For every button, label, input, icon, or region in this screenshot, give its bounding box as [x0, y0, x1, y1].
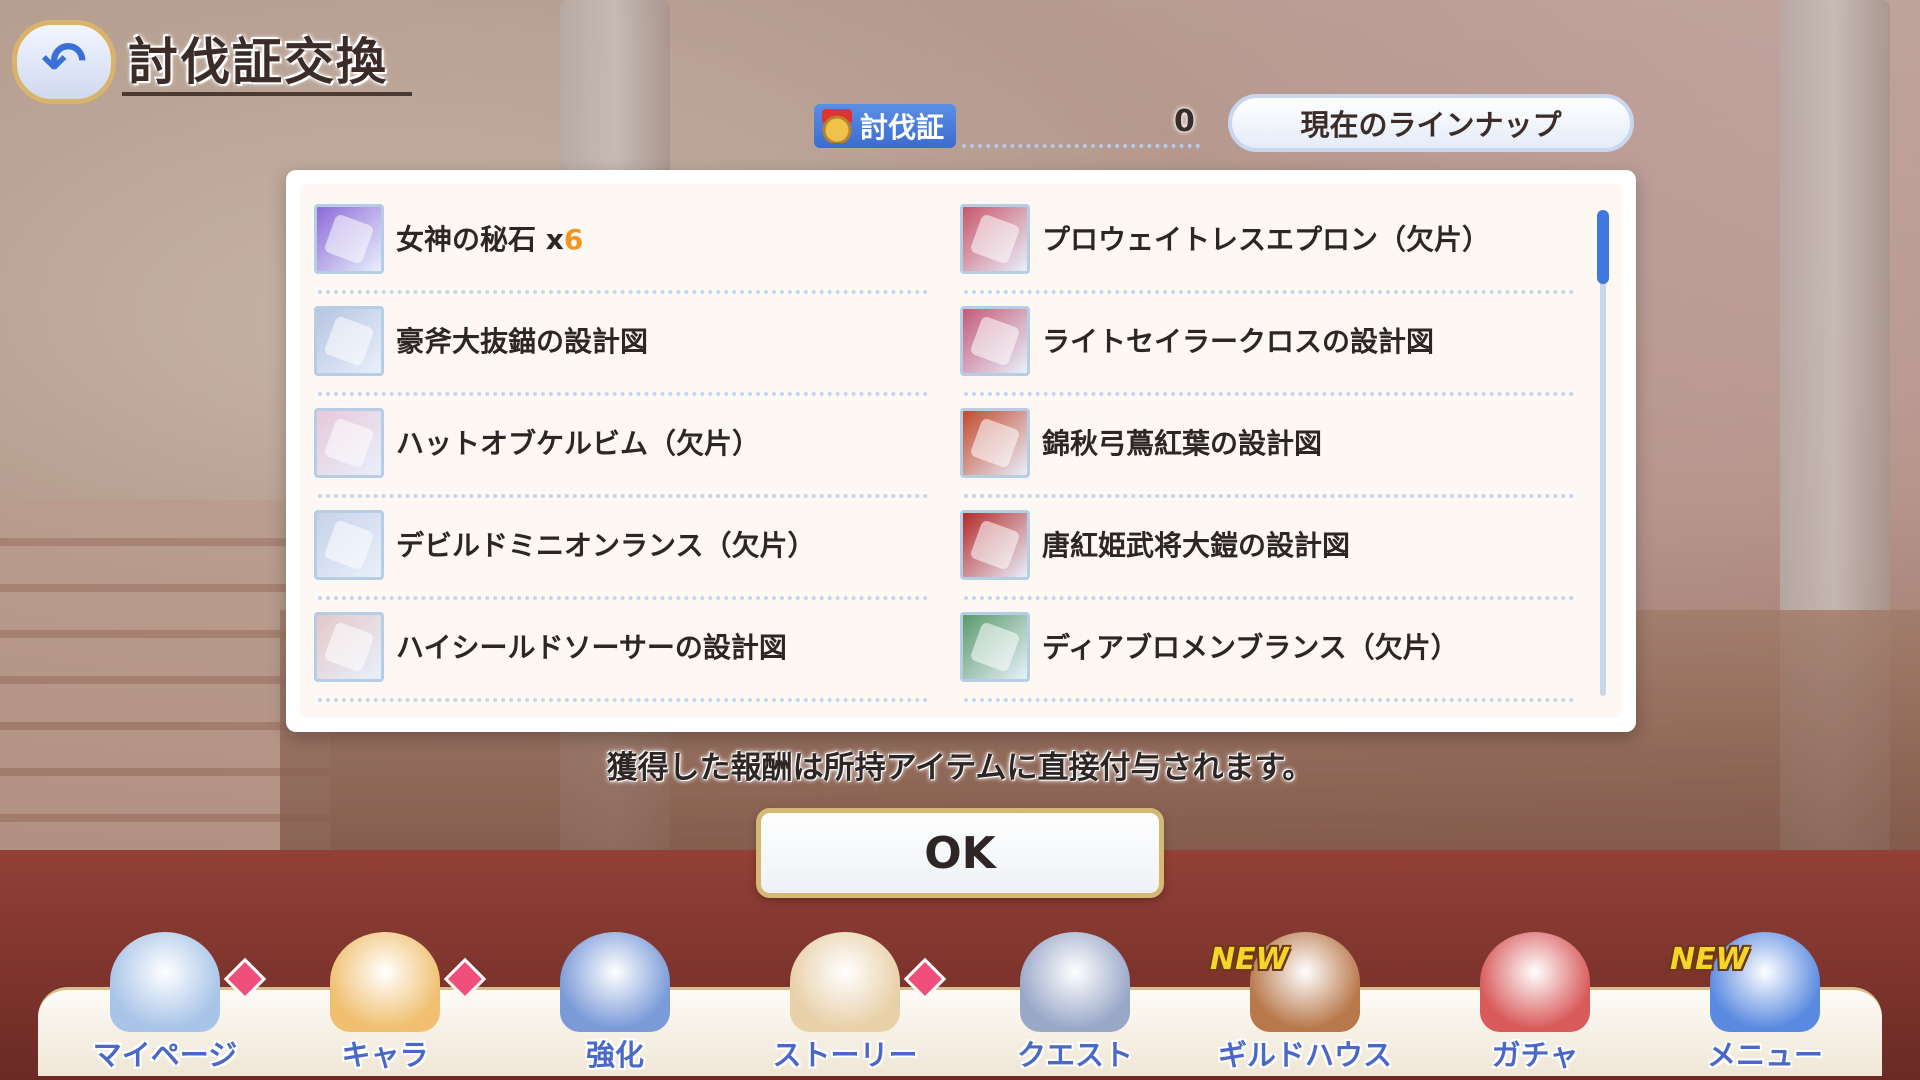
reward-notice: 獲得した報酬は所持アイテムに直接付与されます。	[606, 750, 1314, 786]
reward-item[interactable]: 唐紅姫武将大鎧の設計図	[960, 510, 1574, 612]
nav-item-label: ガチャ	[1491, 1038, 1579, 1072]
lance-fragment-icon	[314, 510, 384, 580]
reward-item-label: 女神の秘石 x6	[396, 223, 584, 256]
reward-item[interactable]: ハットオブケルビム（欠片）	[314, 408, 928, 510]
list-scrollbar[interactable]	[1597, 210, 1609, 696]
nav-item-mypage[interactable]: マイページ	[50, 924, 280, 1074]
reward-item-label: 唐紅姫武将大鎧の設計図	[1042, 529, 1351, 562]
scroll-icon	[790, 932, 900, 1032]
reward-item[interactable]: 豪斧大抜錨の設計図	[314, 306, 928, 408]
medal-icon	[822, 109, 852, 143]
nav-item-menu[interactable]: NEW メニュー	[1650, 924, 1880, 1074]
reward-quantity: 6	[563, 223, 584, 256]
currency-dotted-line	[962, 144, 1200, 148]
reward-item[interactable]: プロウェイトレスエプロン（欠片）	[960, 204, 1574, 306]
reward-item-label: ハットオブケルビム（欠片）	[396, 427, 761, 460]
item-divider	[318, 698, 928, 702]
goddess-stone-icon	[314, 204, 384, 274]
item-divider	[964, 392, 1574, 396]
item-divider	[318, 596, 928, 600]
nav-item-enhance[interactable]: 強化	[500, 924, 730, 1074]
sailor-cloth-blueprint-icon	[960, 306, 1030, 376]
item-divider	[964, 290, 1574, 294]
reward-item-label: ハイシールドソーサーの設計図	[396, 631, 787, 664]
nav-item-quest[interactable]: クエスト	[960, 924, 1190, 1074]
exchange-dialog: 女神の秘石 x6 プロウェイトレスエプロン（欠片） 豪斧大抜錨の設計図 ライトセ…	[286, 170, 1636, 732]
nav-item-label: キャラ	[341, 1038, 429, 1072]
item-divider	[964, 698, 1574, 702]
axe-blueprint-icon	[314, 306, 384, 376]
reward-item-label: 豪斧大抜錨の設計図	[396, 325, 649, 358]
back-arrow-icon: ↶	[41, 30, 87, 93]
character-icon	[330, 932, 440, 1032]
hat-fragment-icon	[314, 408, 384, 478]
reward-item-label: デビルドミニオンランス（欠片）	[396, 529, 816, 562]
nav-item-label: マイページ	[92, 1038, 238, 1072]
reward-item[interactable]: 錦秋弓蔦紅葉の設計図	[960, 408, 1574, 510]
nav-item-guildhouse[interactable]: NEW ギルドハウス	[1190, 924, 1420, 1074]
item-divider	[318, 494, 928, 498]
reward-item-label: プロウェイトレスエプロン（欠片）	[1042, 223, 1491, 256]
nav-item-label: 強化	[585, 1038, 644, 1072]
currency-count: 0	[1174, 104, 1195, 139]
reward-item-label: ライトセイラークロスの設計図	[1042, 325, 1435, 358]
reward-item[interactable]: デビルドミニオンランス（欠片）	[314, 510, 928, 612]
notification-diamond-icon	[443, 957, 487, 1001]
membrance-fragment-icon	[960, 612, 1030, 682]
item-divider	[964, 494, 1574, 498]
nav-item-gacha[interactable]: ガチャ	[1420, 924, 1650, 1074]
nav-item-label: メニュー	[1706, 1038, 1823, 1072]
bow-blueprint-icon	[960, 408, 1030, 478]
item-divider	[318, 290, 928, 294]
armor-blueprint-icon	[960, 510, 1030, 580]
orbs-sword-icon	[560, 932, 670, 1032]
scrollbar-thumb[interactable]	[1597, 210, 1609, 284]
nav-item-label: クエスト	[1016, 1038, 1133, 1072]
item-divider	[318, 392, 928, 396]
nav-item-story[interactable]: ストーリー	[730, 924, 960, 1074]
shield-blueprint-icon	[314, 612, 384, 682]
gacha-machine-icon	[1480, 932, 1590, 1032]
new-badge: NEW	[1210, 942, 1289, 977]
reward-item-label: 錦秋弓蔦紅葉の設計図	[1042, 427, 1323, 460]
back-button[interactable]: ↶	[12, 20, 116, 104]
title-underline	[122, 92, 412, 96]
page-title: 討伐証交換	[128, 33, 388, 91]
currency-name: 討伐証	[860, 111, 945, 144]
notification-diamond-icon	[223, 957, 267, 1001]
currency-chip: 討伐証	[814, 104, 957, 148]
reward-item-label: ディアブロメンブランス（欠片）	[1042, 631, 1459, 664]
new-badge: NEW	[1670, 942, 1749, 977]
reward-item[interactable]: ハイシールドソーサーの設計図	[314, 612, 928, 714]
nav-item-chara[interactable]: キャラ	[270, 924, 500, 1074]
current-lineup-button[interactable]: 現在のラインナップ	[1228, 94, 1634, 152]
item-divider	[964, 596, 1574, 600]
reward-item[interactable]: ディアブロメンブランス（欠片）	[960, 612, 1574, 714]
apron-fragment-icon	[960, 204, 1030, 274]
castle-icon	[110, 932, 220, 1032]
notification-diamond-icon	[903, 957, 947, 1001]
nav-item-label: ストーリー	[772, 1038, 918, 1072]
ok-button[interactable]: OK	[756, 808, 1164, 898]
reward-item[interactable]: ライトセイラークロスの設計図	[960, 306, 1574, 408]
flag-sword-icon	[1020, 932, 1130, 1032]
nav-item-label: ギルドハウス	[1217, 1038, 1392, 1072]
reward-item[interactable]: 女神の秘石 x6	[314, 204, 928, 306]
